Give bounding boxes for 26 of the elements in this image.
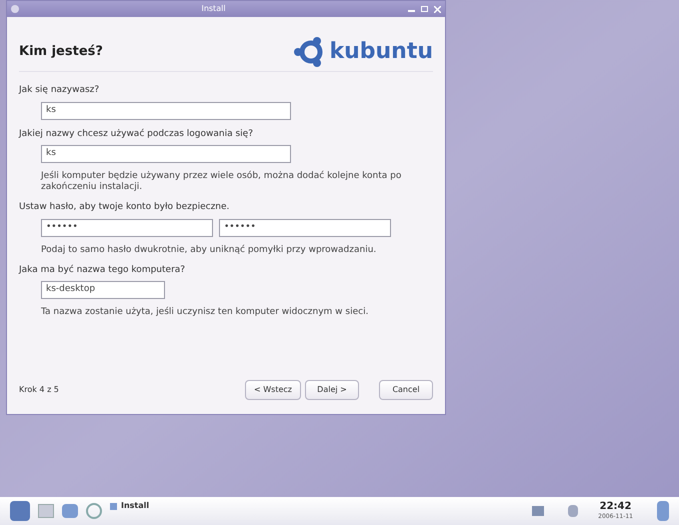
window-title: Install <box>201 3 226 15</box>
text-field[interactable]: •••••• <box>41 218 213 236</box>
page-heading: Kim jesteś? <box>19 43 103 62</box>
text-field[interactable]: •••••• <box>219 218 391 236</box>
field-label: Jak się nazywasz? <box>19 84 100 97</box>
field-label: Jakiej nazwy chcesz używać podczas logowania się? <box>19 128 254 140</box>
logo-icon <box>293 37 326 67</box>
dialog-button[interactable]: < Wstecz <box>245 380 301 400</box>
hint-text: Podaj to samo hasło dwukrotnie, aby uniknąć pomyłki przy wprowadzaniu. <box>40 244 378 256</box>
taskbar-task[interactable]: Install <box>110 500 310 512</box>
field-label: Ustaw hasło, aby twoje konto było bezpieczne. <box>19 201 230 214</box>
text-field[interactable]: ks-desktop <box>41 281 165 299</box>
text-field[interactable]: ks <box>41 102 291 120</box>
field-label: Jaka ma być nazwa tego komputera? <box>19 264 186 276</box>
dialog-button[interactable]: Cancel <box>379 380 433 400</box>
logo-text: kubuntu <box>329 41 433 63</box>
dialog-button[interactable]: Dalej > <box>305 380 359 400</box>
step-indicator: Krok 4 z 5 <box>19 384 60 396</box>
clock-time: 22:42 <box>600 502 632 512</box>
close-icon[interactable] <box>434 6 441 12</box>
minimize-icon[interactable] <box>408 10 415 12</box>
hint-text: Jeśli komputer będzie używany przez wiele osób, można dodać kolejne konta po zakończeniu instalacji. <box>40 171 402 193</box>
maximize-icon[interactable] <box>421 6 428 12</box>
text-field[interactable]: ks <box>41 145 291 163</box>
window-icon <box>110 502 117 510</box>
hint-text: Ta nazwa zostanie użyta, jeśli uczynisz ten komputer widocznym w sieci. <box>40 307 370 318</box>
